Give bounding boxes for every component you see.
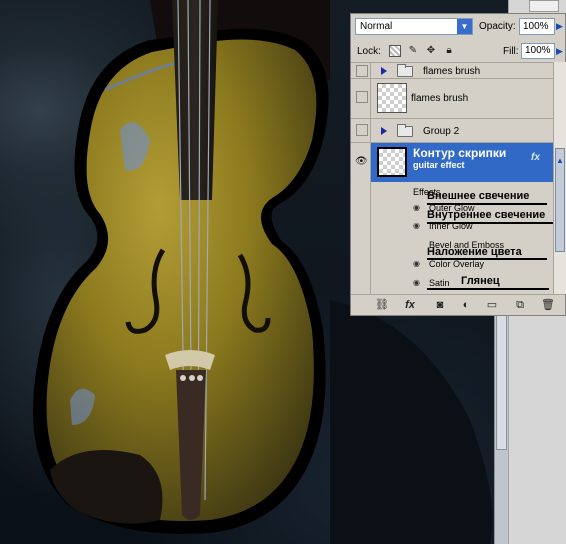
brush-icon[interactable]: ✎ bbox=[407, 45, 419, 57]
link-icon[interactable]: ⛓︎ bbox=[375, 299, 389, 312]
eye-icon[interactable]: 👁︎ bbox=[355, 156, 368, 167]
move-icon[interactable]: ✥ bbox=[425, 45, 437, 57]
layer-name: flames brush bbox=[411, 93, 469, 104]
layer-row-group-2[interactable]: Group 2 bbox=[351, 118, 553, 142]
blend-mode-value: Normal bbox=[360, 21, 393, 32]
visibility-cell[interactable] bbox=[351, 79, 371, 118]
padlock-icon[interactable]: 🔒︎ bbox=[443, 45, 455, 57]
fill-label: Fill: bbox=[503, 46, 519, 57]
chevron-up-icon[interactable]: ▲ bbox=[555, 156, 565, 165]
layer-name: Group 2 bbox=[423, 126, 460, 137]
opacity-label: Opacity: bbox=[479, 21, 516, 32]
chevron-right-icon[interactable]: ▶ bbox=[556, 44, 565, 58]
folder-icon bbox=[397, 64, 413, 77]
layer-row-flames-brush-group[interactable]: flames brush bbox=[351, 62, 553, 78]
layer-thumbnail bbox=[377, 147, 407, 177]
annotation-underline bbox=[427, 222, 553, 224]
visibility-cell[interactable] bbox=[351, 119, 371, 142]
fx-icon[interactable]: fx bbox=[403, 299, 417, 312]
lock-label: Lock: bbox=[357, 46, 381, 57]
eye-icon[interactable]: ◉ bbox=[413, 222, 423, 230]
layer-row-violin-contour[interactable]: 👁︎ Контур скрипки guitar effect fx bbox=[351, 142, 553, 182]
mask-icon[interactable]: ◙ bbox=[433, 299, 447, 312]
effects-list: Effects ◉ Outer Glow Внешнее свечение ◉ … bbox=[351, 182, 553, 294]
visibility-toggle[interactable] bbox=[356, 124, 368, 136]
checkerboard-icon[interactable] bbox=[389, 45, 401, 57]
effect-translation: Внутреннее свечение bbox=[427, 209, 546, 221]
eye-icon[interactable]: ◉ bbox=[413, 279, 423, 287]
visibility-cell bbox=[351, 182, 371, 294]
effect-translation: Внешнее свечение bbox=[427, 190, 530, 202]
annotation-underline bbox=[427, 203, 547, 205]
visibility-cell[interactable] bbox=[351, 63, 371, 78]
fx-icon[interactable]: fx bbox=[531, 152, 540, 163]
layers-list: flames brush flames brush Group 2 👁︎ Кон… bbox=[351, 62, 553, 294]
effect-satin[interactable]: Satin bbox=[429, 278, 450, 288]
effect-translation: Глянец bbox=[461, 275, 500, 287]
layer-name: Контур скрипки bbox=[413, 146, 507, 160]
visibility-toggle[interactable] bbox=[356, 65, 368, 77]
blend-mode-select[interactable]: Normal ▼ bbox=[355, 18, 473, 35]
blend-opacity-row: Normal ▼ Opacity: 100% ▶ bbox=[351, 14, 566, 38]
folder-icon[interactable]: ▭ bbox=[485, 299, 499, 312]
chevron-down-icon[interactable]: ▼ bbox=[457, 19, 472, 34]
document-scrollbar-thumb[interactable] bbox=[496, 300, 507, 450]
folder-icon bbox=[397, 124, 413, 137]
triangle-right-icon[interactable] bbox=[381, 67, 387, 75]
layers-panel: Normal ▼ Opacity: 100% ▶ Lock: ✎ ✥ 🔒︎ Fi… bbox=[350, 13, 566, 316]
visibility-toggle[interactable] bbox=[356, 91, 368, 103]
document-vertical-scrollbar[interactable] bbox=[494, 300, 508, 544]
trash-icon[interactable]: 🗑︎ bbox=[541, 299, 555, 312]
effect-translation: Наложение цвета bbox=[427, 246, 522, 258]
annotation-underline bbox=[427, 288, 549, 290]
opacity-input[interactable]: 100% bbox=[519, 18, 555, 35]
layer-name: flames brush bbox=[423, 66, 481, 77]
annotation-underline bbox=[427, 258, 547, 260]
triangle-right-icon[interactable] bbox=[381, 127, 387, 135]
lock-fill-row: Lock: ✎ ✥ 🔒︎ Fill: 100% ▶ bbox=[351, 42, 566, 64]
layers-bottom-bar: ⛓︎ fx ◙ ◐ ▭ ⧉ 🗑︎ bbox=[351, 294, 565, 315]
adjustment-icon[interactable]: ◐ bbox=[459, 299, 473, 312]
layer-thumbnail bbox=[377, 83, 407, 113]
chevron-right-icon[interactable]: ▶ bbox=[556, 19, 565, 33]
fill-input[interactable]: 100% bbox=[521, 43, 555, 59]
eye-icon[interactable]: ◉ bbox=[413, 260, 423, 268]
layers-scrollbar[interactable]: ▲ bbox=[553, 62, 566, 294]
effect-color-overlay[interactable]: Color Overlay bbox=[429, 259, 484, 269]
new-layer-icon[interactable]: ⧉ bbox=[513, 299, 527, 312]
visibility-cell[interactable]: 👁︎ bbox=[351, 143, 371, 182]
dock-tab[interactable] bbox=[529, 0, 559, 12]
layer-subtitle: guitar effect bbox=[413, 160, 465, 170]
eye-icon[interactable]: ◉ bbox=[413, 204, 423, 212]
layer-row-flames-brush[interactable]: flames brush bbox=[351, 78, 553, 118]
